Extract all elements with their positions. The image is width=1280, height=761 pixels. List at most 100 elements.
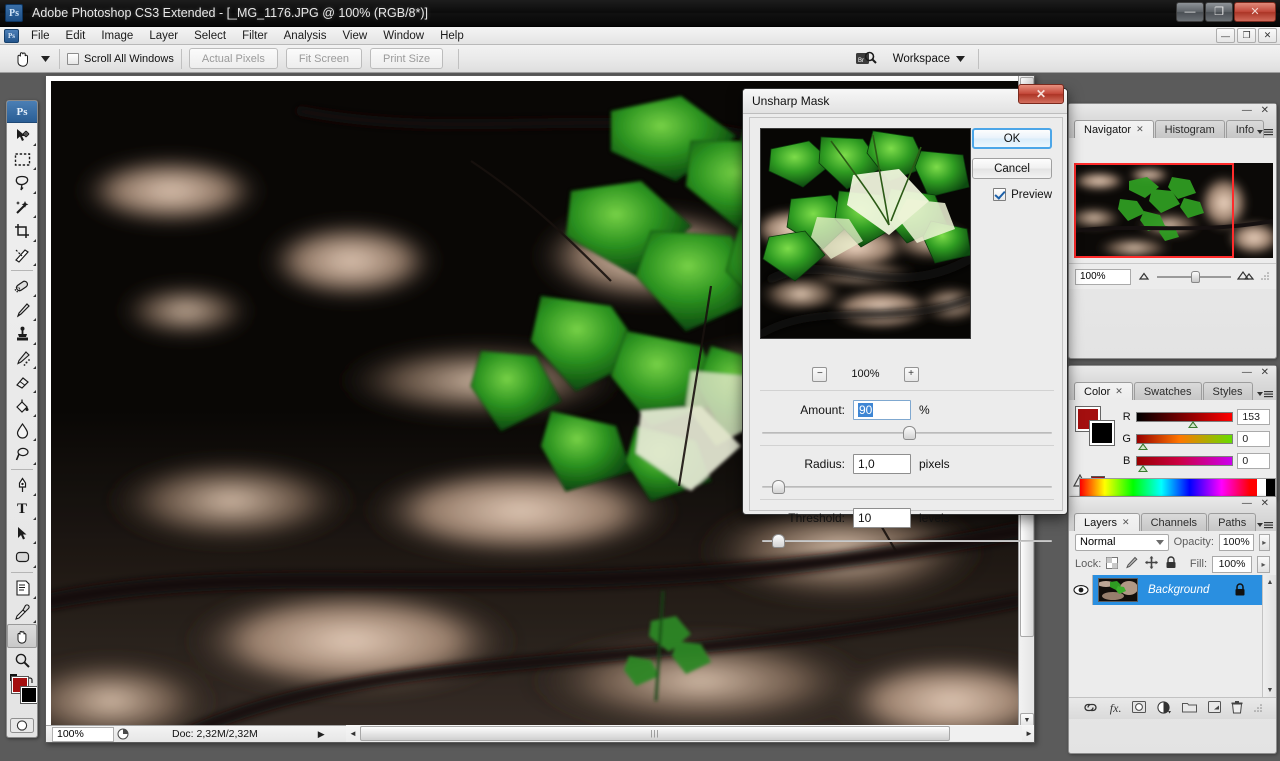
- preview-zoom-out-button[interactable]: −: [812, 366, 828, 382]
- channel-r-knob[interactable]: [1187, 421, 1198, 428]
- layer-mask-icon[interactable]: [1132, 701, 1146, 716]
- tab-styles[interactable]: Styles: [1202, 382, 1253, 400]
- doc-minimize-button[interactable]: —: [1216, 28, 1235, 43]
- navigator-collapse-close-icons[interactable]: — ✕: [1242, 105, 1272, 116]
- tab-paths[interactable]: Paths: [1208, 513, 1257, 531]
- restore-button[interactable]: ❐: [1205, 2, 1233, 22]
- status-thumbnail-icon[interactable]: [114, 727, 132, 742]
- tool-marquee[interactable]: [7, 147, 37, 171]
- print-size-button[interactable]: Print Size: [369, 48, 444, 69]
- layers-scroll-down-arrow-icon[interactable]: ▼: [1265, 685, 1275, 695]
- tool-magic-wand[interactable]: [7, 195, 37, 219]
- minimize-button[interactable]: —: [1176, 2, 1204, 22]
- tool-move[interactable]: [7, 123, 37, 147]
- zoom-level-field[interactable]: 100%: [52, 726, 114, 742]
- hscroll-track[interactable]: |||: [360, 726, 1022, 741]
- radius-input[interactable]: 1,0: [853, 454, 911, 474]
- panel-resize-grip-icon[interactable]: [1261, 271, 1270, 283]
- tool-pen[interactable]: [7, 473, 37, 497]
- opacity-value[interactable]: 100%: [1218, 533, 1254, 551]
- zoom-in-mountains-icon[interactable]: [1236, 270, 1255, 283]
- layer-visibility-toggle[interactable]: [1069, 575, 1093, 605]
- channel-g-knob[interactable]: [1138, 443, 1149, 450]
- navigator-zoom-slider[interactable]: [1157, 269, 1231, 285]
- link-layers-icon[interactable]: [1082, 702, 1099, 716]
- background-color-swatch[interactable]: [20, 686, 37, 704]
- tool-healing-brush[interactable]: [7, 274, 37, 298]
- tab-layers[interactable]: Layers ✕: [1074, 513, 1140, 531]
- scroll-all-windows-checkbox-box[interactable]: [67, 52, 79, 65]
- hand-tool-icon[interactable]: [8, 47, 38, 71]
- fill-slider-arrow-icon[interactable]: ▸: [1257, 555, 1270, 573]
- lock-image-pixels-icon[interactable]: [1125, 556, 1138, 572]
- tab-color-close-icon[interactable]: ✕: [1115, 386, 1123, 397]
- hscroll-left-arrow-icon[interactable]: ◄: [346, 726, 360, 741]
- tool-notes[interactable]: [7, 576, 37, 600]
- navigator-thumbnail-area[interactable]: [1069, 138, 1276, 263]
- channel-r-value[interactable]: 153: [1237, 409, 1270, 425]
- menu-window[interactable]: Window: [375, 29, 432, 43]
- preview-checkbox[interactable]: Preview: [993, 188, 1052, 201]
- document-horizontal-scrollbar[interactable]: ◄ ||| ►: [346, 725, 1034, 742]
- tab-channels[interactable]: Channels: [1140, 513, 1208, 531]
- tool-path-selection[interactable]: [7, 521, 37, 545]
- preview-checkbox-box[interactable]: [993, 188, 1007, 201]
- tool-rectangle-shape[interactable]: [7, 545, 37, 569]
- layers-scroll-up-arrow-icon[interactable]: ▲: [1265, 577, 1275, 587]
- status-menu-arrow-icon[interactable]: ▶: [318, 729, 325, 740]
- amount-slider-knob[interactable]: [903, 426, 916, 440]
- tool-type[interactable]: T: [7, 497, 37, 521]
- channel-b-slider[interactable]: [1136, 456, 1234, 472]
- tab-navigator[interactable]: Navigator ✕: [1074, 120, 1154, 138]
- layers-list-scrollbar[interactable]: ▲ ▼: [1262, 575, 1276, 697]
- tool-history-brush[interactable]: [7, 346, 37, 370]
- blend-mode-select[interactable]: Normal: [1075, 533, 1169, 551]
- menu-image[interactable]: Image: [93, 29, 141, 43]
- delete-layer-icon[interactable]: [1231, 700, 1243, 717]
- radius-slider[interactable]: [762, 480, 1052, 494]
- channel-r-slider[interactable]: [1136, 412, 1234, 428]
- fill-value[interactable]: 100%: [1212, 555, 1252, 573]
- go-to-bridge-icon[interactable]: Br: [853, 48, 879, 70]
- navigator-view-box[interactable]: [1074, 163, 1234, 258]
- threshold-input[interactable]: 10: [853, 508, 911, 528]
- new-group-icon[interactable]: [1182, 701, 1198, 716]
- tool-lasso[interactable]: [7, 171, 37, 195]
- menu-analysis[interactable]: Analysis: [276, 29, 335, 43]
- close-button[interactable]: ✕: [1234, 2, 1276, 22]
- actual-pixels-button[interactable]: Actual Pixels: [188, 48, 278, 69]
- tool-hand[interactable]: [7, 624, 37, 648]
- lock-position-icon[interactable]: [1145, 556, 1159, 572]
- toolbox-header-logo[interactable]: Ps: [7, 101, 37, 123]
- tool-slice[interactable]: [7, 243, 37, 267]
- color-background-swatch[interactable]: [1089, 420, 1115, 446]
- zoom-out-mountain-icon[interactable]: [1137, 270, 1151, 283]
- opacity-slider-arrow-icon[interactable]: ▸: [1258, 533, 1270, 551]
- navigator-zoom-slider-knob[interactable]: [1191, 270, 1201, 283]
- layer-thumbnail[interactable]: [1098, 578, 1138, 602]
- lock-all-icon[interactable]: [1165, 556, 1177, 572]
- layers-panel-resize-grip-icon[interactable]: [1253, 703, 1263, 715]
- doc-restore-button[interactable]: ❐: [1237, 28, 1256, 43]
- layers-panel-menu-icon[interactable]: [1257, 520, 1273, 530]
- tool-zoom[interactable]: [7, 648, 37, 672]
- fit-screen-button[interactable]: Fit Screen: [285, 48, 362, 69]
- new-layer-icon[interactable]: [1207, 701, 1221, 716]
- adjustment-layer-icon[interactable]: [1156, 700, 1172, 717]
- color-collapse-close-icons[interactable]: — ✕: [1242, 367, 1272, 378]
- threshold-slider-knob[interactable]: [772, 534, 785, 548]
- tool-preset-chevron-down-icon[interactable]: [38, 47, 52, 71]
- tool-dodge[interactable]: [7, 442, 37, 466]
- dialog-preview-image[interactable]: [760, 128, 971, 339]
- navigator-zoom-field[interactable]: 100%: [1075, 268, 1131, 285]
- menu-filter[interactable]: Filter: [234, 29, 276, 43]
- amount-slider[interactable]: [762, 426, 1052, 440]
- menu-select[interactable]: Select: [186, 29, 234, 43]
- amount-input[interactable]: 90: [853, 400, 911, 420]
- menu-file[interactable]: File: [23, 29, 58, 43]
- channel-b-value[interactable]: 0: [1237, 453, 1270, 469]
- dialog-close-button[interactable]: ✕: [1018, 84, 1064, 104]
- lock-transparency-icon[interactable]: [1106, 556, 1119, 572]
- tool-brush[interactable]: [7, 298, 37, 322]
- preview-zoom-in-button[interactable]: +: [903, 366, 919, 382]
